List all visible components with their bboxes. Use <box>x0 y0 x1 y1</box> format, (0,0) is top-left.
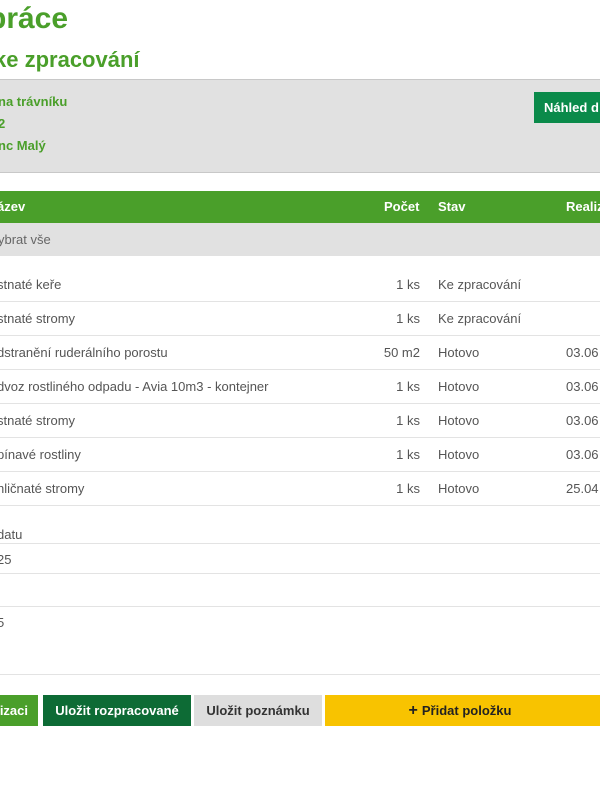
table-row[interactable]: stnaté stromy 1 ks Ke zpracování <box>0 302 600 336</box>
divider <box>0 543 600 544</box>
item-count: 1 ks <box>396 311 420 326</box>
table-row[interactable]: stnaté keře 1 ks Ke zpracování <box>0 268 600 302</box>
date-value-1[interactable]: 25 <box>0 552 11 567</box>
table-header: ázev Počet Stav Realiz <box>0 191 600 223</box>
item-status: Hotovo <box>438 413 480 428</box>
divider <box>0 674 600 675</box>
select-all-row[interactable]: ybrat vše <box>0 223 600 256</box>
item-realization: 03.06 <box>566 379 599 394</box>
table-row[interactable]: dvoz rostliného odpadu - Avia 10m3 - kon… <box>0 370 600 404</box>
item-realization: 03.06 <box>566 413 599 428</box>
item-realization: 25.04 <box>566 481 599 496</box>
item-count: 50 m2 <box>383 345 420 360</box>
table-row[interactable]: pínavé rostliny 1 ks Hotovo 03.06 <box>0 438 600 472</box>
item-status: Ke zpracování <box>438 277 522 292</box>
item-status: Hotovo <box>438 481 480 496</box>
page: práce ke zpracování na trávníku 2 nc Mal… <box>0 0 600 800</box>
page-title: práce <box>0 2 69 35</box>
item-realization: 03.06 <box>566 447 599 462</box>
item-count: 1 ks <box>396 447 420 462</box>
table-row[interactable]: dstranění ruderálního porostu 50 m2 Hoto… <box>0 336 600 370</box>
divider <box>0 606 600 607</box>
page-subtitle: ke zpracování <box>0 47 140 72</box>
item-name: dvoz rostliného odpadu - Avia 10m3 - kon… <box>0 379 269 394</box>
items-table-body: stnaté keře 1 ks Ke zpracování stnaté st… <box>0 268 600 506</box>
item-name: stnaté keře <box>0 277 62 292</box>
item-name: stnaté stromy <box>0 311 76 326</box>
item-status: Ke zpracování <box>438 311 522 326</box>
item-name: hličnaté stromy <box>0 481 85 496</box>
date-section-label: datu <box>0 527 23 542</box>
save-draft-button[interactable]: Uložit rozpracované <box>43 695 191 726</box>
item-realization: 03.06 <box>566 345 599 360</box>
item-count: 1 ks <box>396 379 420 394</box>
item-count: 1 ks <box>396 481 420 496</box>
save-note-button[interactable]: Uložit poznámku <box>194 695 322 726</box>
item-status: Hotovo <box>438 379 480 394</box>
item-count: 1 ks <box>396 413 420 428</box>
column-header-count[interactable]: Počet <box>384 191 419 223</box>
column-header-realization[interactable]: Realiz <box>566 191 600 223</box>
plus-icon: + <box>408 702 418 719</box>
select-all-label[interactable]: ybrat vše <box>0 223 51 256</box>
item-count: 1 ks <box>396 277 420 292</box>
info-line-2: 2 <box>0 116 6 131</box>
item-name: pínavé rostliny <box>0 447 81 462</box>
item-status: Hotovo <box>438 447 480 462</box>
date-value-2[interactable]: 5 <box>0 615 4 630</box>
table-row[interactable]: hličnaté stromy 1 ks Hotovo 25.04 <box>0 472 600 506</box>
realize-button[interactable]: izaci <box>0 695 38 726</box>
item-name: stnaté stromy <box>0 413 76 428</box>
column-header-status[interactable]: Stav <box>438 191 465 223</box>
info-line-1: na trávníku <box>0 94 68 109</box>
divider <box>0 573 600 574</box>
add-item-label: Přidat položku <box>421 703 512 718</box>
item-name: dstranění ruderálního porostu <box>0 345 168 360</box>
preview-button[interactable]: Náhled d <box>534 92 600 123</box>
item-status: Hotovo <box>438 345 480 360</box>
info-line-3: nc Malý <box>0 138 46 153</box>
order-info-panel: na trávníku 2 nc Malý Náhled d <box>0 79 600 173</box>
add-item-button[interactable]: + Přidat položku <box>325 695 600 726</box>
table-row[interactable]: stnaté stromy 1 ks Hotovo 03.06 <box>0 404 600 438</box>
column-header-name[interactable]: ázev <box>0 191 25 223</box>
